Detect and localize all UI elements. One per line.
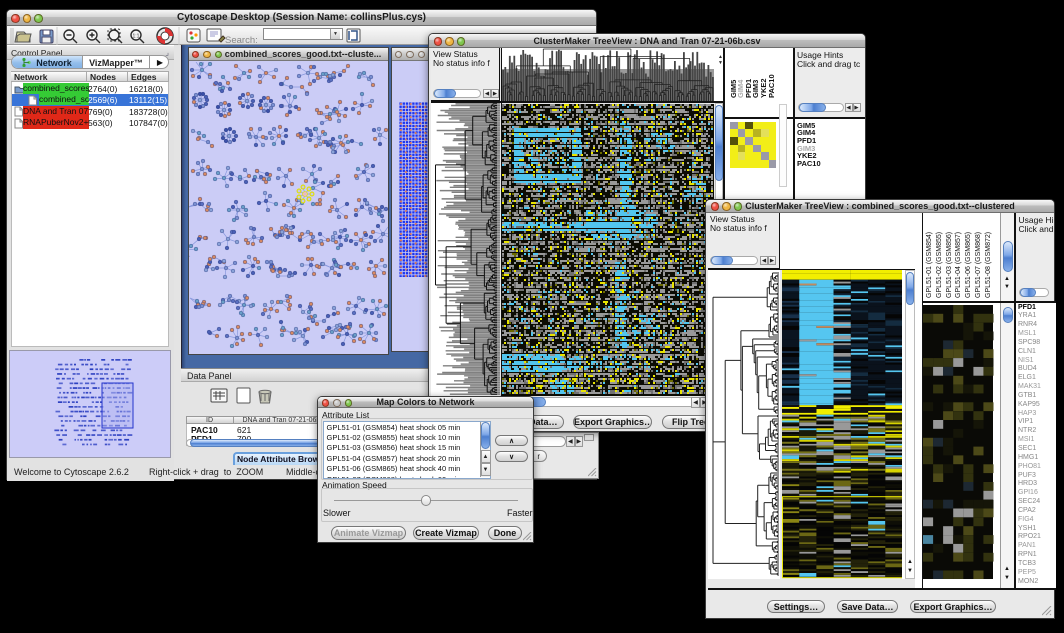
svg-text:1:1: 1:1 (133, 34, 140, 40)
